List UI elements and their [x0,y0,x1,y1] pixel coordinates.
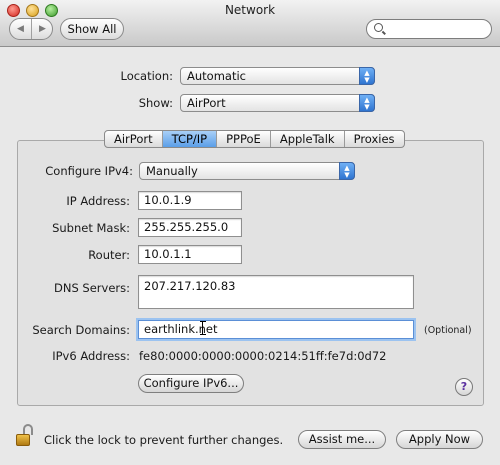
popup-arrows-icon: ▲ ▼ [339,162,355,180]
subnet-mask-field[interactable]: 255.255.255.0 [138,218,242,237]
router-field[interactable]: 10.0.1.1 [138,245,242,264]
assist-me-button[interactable]: Assist me... [298,430,386,449]
tab-pppoe[interactable]: PPPoE [217,131,271,147]
tab-airport[interactable]: AirPort [105,131,163,147]
back-forward-control: ◀ ▶ [9,18,53,40]
text-cursor-icon [200,321,206,335]
forward-arrow-icon[interactable]: ▶ [32,19,53,39]
show-all-button[interactable]: Show All [60,18,124,40]
dns-servers-label: DNS Servers: [54,281,130,295]
help-button[interactable]: ? [455,378,473,396]
popup-arrows-icon: ▲ ▼ [359,67,375,85]
ip-address-field[interactable]: 10.0.1.9 [138,191,242,210]
show-value: AirPort [187,96,226,110]
location-label: Location: [120,69,173,83]
network-preferences-window: Network ◀ ▶ Show All Location: Automatic… [0,0,500,465]
show-popup[interactable]: AirPort ▲ ▼ [180,94,375,112]
lock-body [16,434,30,446]
configure-ipv4-popup[interactable]: Manually ▲ ▼ [139,162,355,180]
tab-proxies[interactable]: Proxies [345,131,404,147]
configure-ipv4-label: Configure IPv4: [45,164,133,178]
ipv6-address-label: IPv6 Address: [52,349,130,363]
router-label: Router: [88,248,130,262]
show-label: Show: [138,96,173,110]
search-icon [374,23,383,32]
apply-now-button[interactable]: Apply Now [396,430,483,449]
location-value: Automatic [187,69,246,83]
search-domains-label: Search Domains: [32,323,130,337]
configure-ipv6-button[interactable]: Configure IPv6... [138,374,244,393]
ip-address-label: IP Address: [66,194,130,208]
search-input[interactable] [366,19,492,39]
search-domains-field[interactable]: earthlink.net [138,320,414,339]
preference-tabs: AirPort TCP/IP PPPoE AppleTalk Proxies [104,130,405,148]
ipv6-address-value: fe80:0000:0000:0000:0214:51ff:fe7d:0d72 [139,349,387,363]
window-title: Network [224,3,276,17]
titlebar: Network ◀ ▶ Show All [0,0,500,47]
lock-icon[interactable] [16,424,36,446]
tab-tcpip[interactable]: TCP/IP [162,131,218,147]
tab-appletalk[interactable]: AppleTalk [271,131,345,147]
location-popup[interactable]: Automatic ▲ ▼ [180,67,375,85]
subnet-mask-label: Subnet Mask: [52,221,130,235]
back-arrow-icon[interactable]: ◀ [10,19,32,39]
popup-arrows-icon: ▲ ▼ [359,94,375,112]
optional-note: (Optional) [424,325,472,336]
lock-message: Click the lock to prevent further change… [44,433,284,447]
dns-servers-field[interactable]: 207.217.120.83 [138,275,414,309]
configure-ipv4-value: Manually [146,164,198,178]
